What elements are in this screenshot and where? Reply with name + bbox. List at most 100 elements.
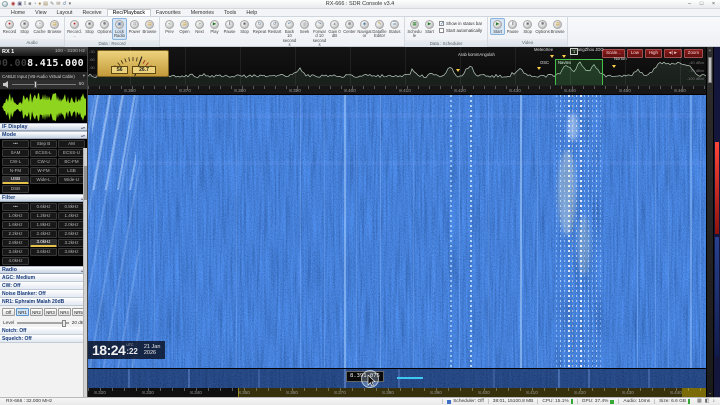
- radio-row-nr1[interactable]: NR1: Ephraim Malah 20dB▾: [0, 298, 87, 306]
- ribbon-button-forward-10-seconds[interactable]: ↷ Forward 10 seconds: [312, 18, 327, 49]
- ribbon-button-browse[interactable]: ▤ Browse: [47, 18, 62, 35]
- filter-button-3-2khz[interactable]: 3.2kHz: [58, 239, 85, 247]
- passband-selection[interactable]: Navtex: [555, 59, 603, 85]
- station-label-arab-kommangolah[interactable]: Arab kommAngolah: [458, 52, 495, 57]
- mode-button-sam[interactable]: SAM: [2, 149, 29, 157]
- filter-button-item[interactable]: •••: [2, 203, 29, 211]
- mode-button-w-fm[interactable]: W-FM: [30, 167, 57, 175]
- ribbon-button-stop[interactable]: ■ Stop: [17, 18, 32, 35]
- frequency-display[interactable]: 00.008.415.000: [0, 56, 87, 71]
- nr-button-off[interactable]: Off: [2, 308, 15, 316]
- ribbon-button-browse[interactable]: ▤ Browse: [550, 18, 565, 35]
- volume-slider[interactable]: 60: [0, 80, 87, 89]
- nr-button-nr1[interactable]: NR1: [16, 308, 29, 316]
- menu-tab-favourites[interactable]: Favourites: [151, 9, 186, 16]
- mode-button-cw-u[interactable]: CW-U: [30, 158, 57, 166]
- ribbon-button-repeat[interactable]: ↻ Repeat: [252, 18, 267, 35]
- ribbon-button-navigator[interactable]: ◈ Navigator: [357, 18, 372, 40]
- radio-row-agc[interactable]: AGC: Medium▾: [0, 274, 87, 282]
- mode-button-wide-u[interactable]: Wide-U: [58, 176, 85, 184]
- ribbon-button-center[interactable]: ⊕ Center: [342, 18, 357, 35]
- volume-icon[interactable]: ♪: [713, 399, 716, 404]
- spectrum-zoom-scrollbar[interactable]: + −: [706, 47, 713, 397]
- menu-tab-tools[interactable]: Tools: [219, 9, 241, 16]
- mode-button-n-fm[interactable]: N-FM: [2, 167, 29, 175]
- mode-button-step-b[interactable]: Step B: [30, 140, 57, 148]
- filter-button-2-4khz[interactable]: 2.4kHz: [30, 230, 57, 238]
- filter-button-1-6khz[interactable]: 1.6kHz: [2, 221, 29, 229]
- ribbon-button-options[interactable]: ✱ Options: [535, 18, 550, 35]
- volume-track[interactable]: [12, 81, 76, 88]
- ribbon-button-stop[interactable]: ■ Stop: [520, 18, 535, 35]
- ribbon-button-pause[interactable]: ‖ Pause: [505, 18, 520, 35]
- audio-device-dropdown[interactable]: CABLE Input (VB-Audio Virtual Cable) ▾: [0, 71, 87, 80]
- ribbon-button-start[interactable]: ▶ Start: [490, 18, 506, 36]
- nr-button-nr2[interactable]: NR2: [30, 308, 43, 316]
- menu-tab-rec-playback[interactable]: Rec/Playback: [106, 9, 151, 16]
- menu-tab-help[interactable]: Help: [241, 9, 262, 16]
- ribbon-button-next[interactable]: » Next: [192, 18, 207, 35]
- volume-thumb[interactable]: [33, 81, 37, 88]
- close-button[interactable]: ×: [709, 1, 718, 8]
- ribbon-button-pause[interactable]: ‖ Pause: [222, 18, 237, 35]
- grid-icon[interactable]: ▦: [697, 399, 702, 404]
- maximize-button[interactable]: □: [697, 1, 706, 8]
- panels-icon[interactable]: ◧: [705, 399, 710, 404]
- level-track[interactable]: [17, 319, 69, 327]
- filter-button-4-0khz[interactable]: 4.0kHz: [2, 257, 29, 265]
- pause-icon[interactable]: ‖: [24, 1, 26, 7]
- ribbon-button-power[interactable]: ⊙ Power: [127, 18, 142, 35]
- record-audio-icon[interactable]: ◉: [11, 1, 15, 7]
- frequency-scale[interactable]: 8.360 8.370 8.380 8.390 8.400 8.410 8.420 8.430…: [88, 86, 706, 95]
- mode-button-usb[interactable]: USB: [2, 176, 29, 184]
- sidebar-scrollbar[interactable]: [83, 148, 87, 397]
- mode-button-dsb[interactable]: DSB: [2, 185, 29, 193]
- mode-button-lsb[interactable]: LSB: [58, 167, 85, 175]
- ribbon-button-stop[interactable]: ■ Stop: [237, 18, 252, 35]
- station-label-osc[interactable]: OSC: [540, 60, 549, 65]
- section-header-if-display[interactable]: IF Display ▴▾: [0, 123, 87, 131]
- radio-row-cw[interactable]: CW: Off▾: [0, 282, 87, 290]
- filter-button-2-6khz[interactable]: 2.6kHz: [58, 230, 85, 238]
- filter-button-3-0khz[interactable]: 3.0kHz: [30, 239, 57, 247]
- filter-button-2-8khz[interactable]: 2.8kHz: [2, 239, 29, 247]
- mode-button-bc-fm[interactable]: BC-FM: [58, 158, 85, 166]
- nr-level-slider[interactable]: Level 20 dB: [0, 318, 87, 327]
- spectrum-button-zoom[interactable]: Zoom: [683, 49, 703, 58]
- ribbon-button-browse[interactable]: ▤ Browse: [142, 18, 157, 35]
- stop-icon[interactable]: ■: [28, 1, 31, 7]
- waterfall-palette-rail[interactable]: [713, 47, 720, 397]
- ribbon-button-seek[interactable]: ◎ Seek: [297, 18, 312, 35]
- station-marker-icon[interactable]: [550, 55, 554, 60]
- menu-tab-memories[interactable]: Memories: [186, 9, 219, 16]
- menu-tab-view[interactable]: View: [30, 9, 51, 16]
- filter-button-3-8khz[interactable]: 3.8kHz: [58, 248, 85, 256]
- radio-row-noise-blanker[interactable]: Noise Blanker: Off▾: [0, 290, 87, 298]
- checkbox-start-automatically[interactable]: Start automatically: [439, 28, 482, 33]
- station-label-meteoxee[interactable]: MeteoXee: [534, 47, 553, 52]
- filter-button-1-0khz[interactable]: 1.0kHz: [2, 212, 29, 220]
- memories-icon[interactable]: ▤: [43, 1, 48, 7]
- ribbon-button-start[interactable]: ▶ Start: [422, 18, 437, 35]
- ribbon-button-open[interactable]: ▤ Open: [177, 18, 192, 35]
- filter-button-1-8khz[interactable]: 1.8kHz: [30, 221, 57, 229]
- spectrum-display[interactable]: S6 26.7 Scale... Low High ◄|► Zoom Arab komm…: [88, 47, 706, 86]
- menu-tab-receive[interactable]: Receive: [77, 9, 106, 16]
- ribbon-button-gain-0-db[interactable]: ± Gain 0 dB: [327, 18, 342, 40]
- filter-button-3-6khz[interactable]: 3.6kHz: [30, 248, 57, 256]
- mode-button-cw-l[interactable]: CW-L: [2, 158, 29, 166]
- ribbon-button-schedule[interactable]: ▦ Schedule: [407, 18, 422, 40]
- navigator-frequency-scale[interactable]: 8.320 8.330 8.340 8.350 8.360 8.370 8.380 8.390…: [88, 388, 706, 397]
- notes-icon[interactable]: ✎: [50, 1, 54, 7]
- ribbon-button-play[interactable]: ▶ Play: [207, 18, 222, 35]
- level-thumb[interactable]: [61, 319, 66, 327]
- filter-button-2-2khz[interactable]: 2.2kHz: [2, 230, 29, 238]
- menu-tab-home[interactable]: Home: [6, 9, 30, 16]
- filter-button-1-2khz[interactable]: 1.2kHz: [30, 212, 57, 220]
- ribbon-button-datafile-editor[interactable]: ✎ Datafile Editor: [372, 18, 387, 40]
- spectrum-button-low[interactable]: Low: [626, 49, 643, 58]
- ribbon-button-back-10-seconds[interactable]: ↶ Back 10 seconds: [282, 18, 297, 49]
- sidebar-scrollbar-thumb[interactable]: [84, 166, 87, 200]
- navigator-band[interactable]: 8.391.075: [88, 368, 706, 388]
- navigator-tuning-knob[interactable]: [361, 370, 379, 388]
